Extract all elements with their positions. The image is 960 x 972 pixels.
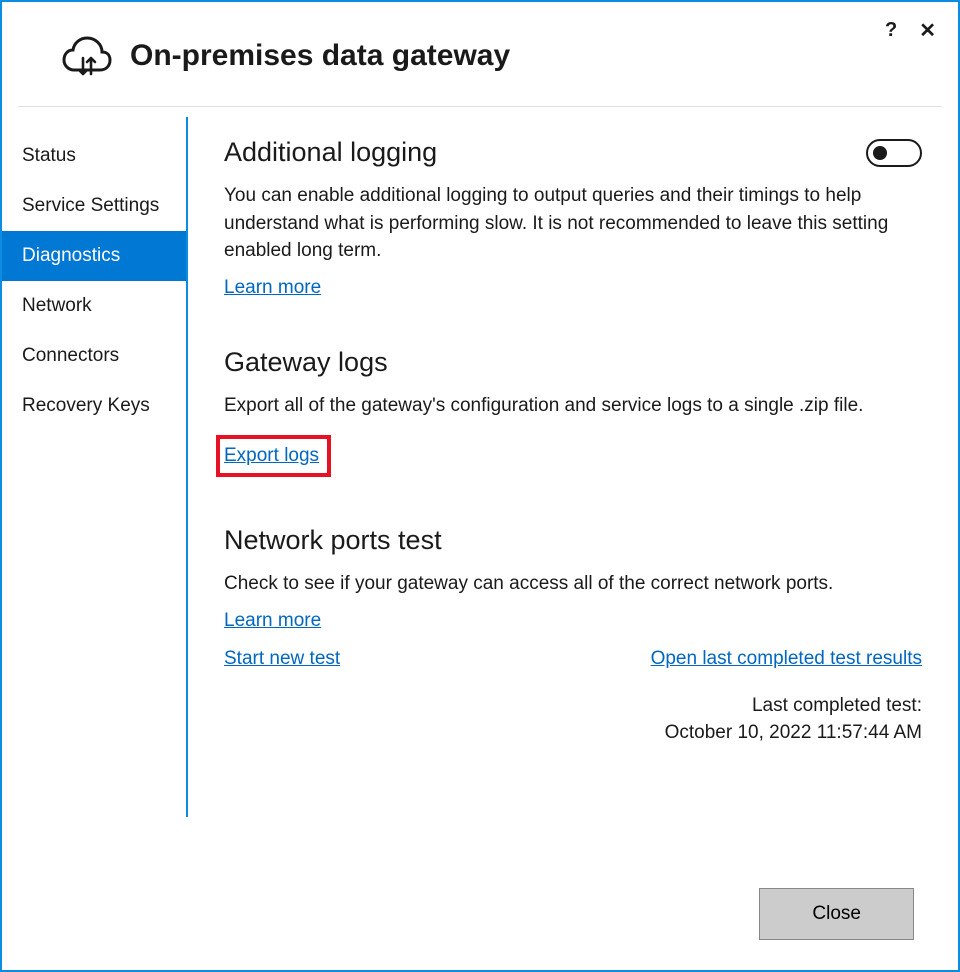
export-logs-highlight: Export logs bbox=[216, 435, 331, 477]
cloud-icon bbox=[62, 34, 112, 78]
gateway-logs-title: Gateway logs bbox=[224, 347, 922, 378]
additional-logging-desc: You can enable additional logging to out… bbox=[224, 182, 922, 265]
network-ports-desc: Check to see if your gateway can access … bbox=[224, 570, 922, 598]
sidebar-item-connectors[interactable]: Connectors bbox=[2, 331, 186, 381]
close-icon[interactable]: ✕ bbox=[919, 18, 936, 43]
gateway-logs-desc: Export all of the gateway's configuratio… bbox=[224, 392, 922, 420]
sidebar-item-diagnostics[interactable]: Diagnostics bbox=[2, 231, 186, 281]
sidebar-item-service-settings[interactable]: Service Settings bbox=[2, 181, 186, 231]
additional-logging-title: Additional logging bbox=[224, 137, 437, 168]
section-gateway-logs: Gateway logs Export all of the gateway's… bbox=[224, 347, 922, 478]
network-ports-title: Network ports test bbox=[224, 525, 922, 556]
close-button[interactable]: Close bbox=[759, 888, 914, 940]
additional-logging-learn-more-link[interactable]: Learn more bbox=[224, 277, 321, 299]
footer: Close bbox=[759, 888, 914, 940]
export-logs-link[interactable]: Export logs bbox=[224, 445, 319, 467]
start-new-test-link[interactable]: Start new test bbox=[224, 648, 340, 670]
network-ports-learn-more-link[interactable]: Learn more bbox=[224, 610, 321, 632]
additional-logging-toggle[interactable] bbox=[866, 139, 922, 167]
section-additional-logging: Additional logging You can enable additi… bbox=[224, 137, 922, 299]
app-header: On-premises data gateway bbox=[18, 2, 942, 107]
main-content: Additional logging You can enable additi… bbox=[188, 117, 958, 817]
sidebar-item-status[interactable]: Status bbox=[2, 131, 186, 181]
page-title: On-premises data gateway bbox=[130, 39, 510, 73]
sidebar: Status Service Settings Diagnostics Netw… bbox=[2, 117, 188, 817]
last-completed-test-value: October 10, 2022 11:57:44 AM bbox=[224, 719, 922, 747]
open-last-results-link[interactable]: Open last completed test results bbox=[651, 648, 922, 670]
last-completed-test-label: Last completed test: bbox=[224, 692, 922, 720]
section-network-ports-test: Network ports test Check to see if your … bbox=[224, 525, 922, 747]
sidebar-item-network[interactable]: Network bbox=[2, 281, 186, 331]
sidebar-item-recovery-keys[interactable]: Recovery Keys bbox=[2, 381, 186, 431]
help-icon[interactable]: ? bbox=[885, 19, 897, 42]
